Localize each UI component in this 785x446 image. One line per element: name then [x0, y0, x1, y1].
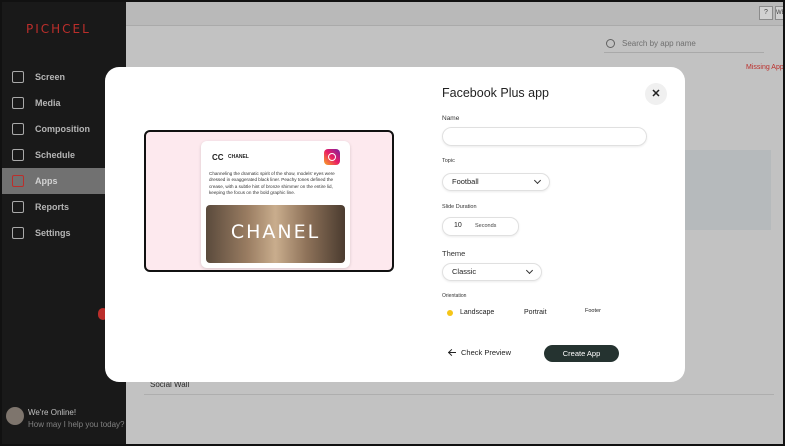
topic-label: Topic [442, 158, 455, 164]
app-window: PICHCEL Screen Media Composition Schedul… [0, 0, 785, 446]
create-app-modal: CC CHANEL Channeling the dramatic spirit… [105, 67, 685, 382]
create-app-button[interactable]: Create App [544, 345, 619, 362]
radio-selected-icon[interactable] [447, 310, 453, 316]
modal-title: Facebook Plus app [442, 86, 550, 100]
app-preview: CC CHANEL Channeling the dramatic spirit… [144, 130, 394, 272]
social-post-card: CC CHANEL Channeling the dramatic spirit… [201, 141, 350, 268]
close-button[interactable]: ✕ [645, 83, 667, 105]
instagram-icon [324, 149, 340, 165]
duration-unit: Seconds [475, 223, 497, 229]
theme-select[interactable]: Classic [442, 263, 542, 281]
orientation-label: Orientation [442, 293, 467, 299]
post-text: Channeling the dramatic spirit of the sh… [209, 171, 335, 196]
chanel-logo: CC [212, 153, 224, 162]
theme-value: Classic [452, 267, 477, 276]
name-field[interactable] [442, 127, 647, 146]
orientation-footer[interactable]: Footer [585, 308, 601, 314]
topic-select[interactable]: Football [442, 173, 550, 191]
arrow-left-icon [449, 352, 456, 353]
theme-label: Theme [442, 249, 466, 258]
duration-label: Slide Duration [442, 204, 477, 210]
orientation-portrait[interactable]: Portrait [524, 309, 547, 316]
duration-value: 10 [454, 222, 462, 229]
orientation-landscape[interactable]: Landscape [460, 309, 494, 316]
topic-value: Football [452, 177, 479, 186]
post-author: CHANEL [228, 154, 249, 160]
check-preview-button[interactable]: Check Preview [461, 348, 511, 357]
post-image: CHANEL [206, 205, 345, 263]
name-label: Name [442, 115, 460, 122]
chevron-down-icon [525, 266, 534, 275]
post-image-text: CHANEL [230, 221, 321, 243]
duration-field[interactable]: 10 Seconds [442, 217, 519, 236]
chevron-down-icon [533, 176, 542, 185]
